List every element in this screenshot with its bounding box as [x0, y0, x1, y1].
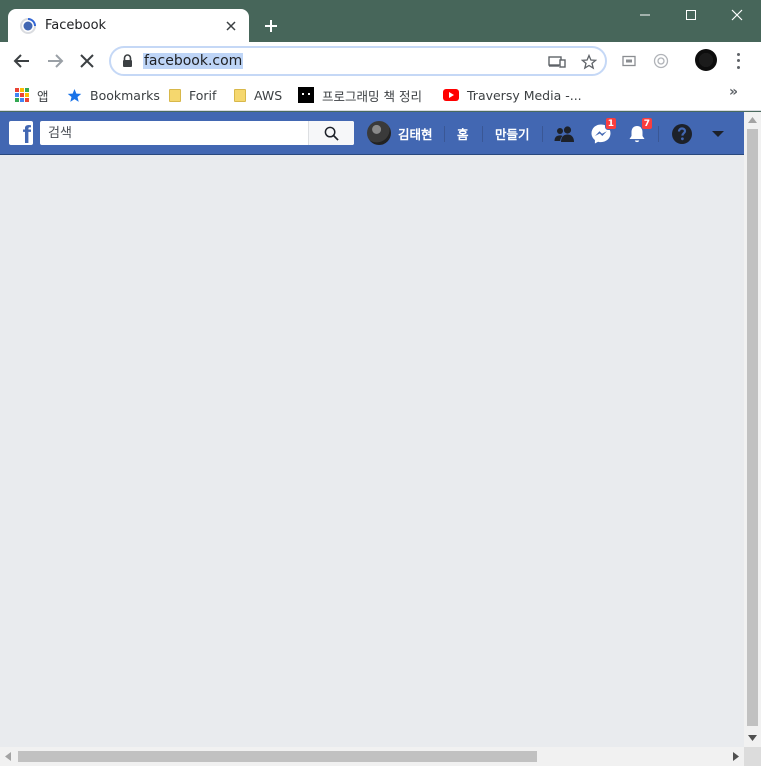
- cast-device-icon[interactable]: [547, 52, 567, 72]
- home-link[interactable]: 홈: [457, 124, 469, 143]
- bookmark-apps[interactable]: 앱: [15, 84, 49, 106]
- folder-icon: [234, 88, 246, 102]
- browser-tab[interactable]: Facebook: [8, 9, 249, 42]
- horizontal-scroll-thumb[interactable]: [18, 751, 537, 762]
- url-text[interactable]: facebook.com: [143, 53, 244, 69]
- friend-requests-icon[interactable]: [552, 121, 578, 147]
- minimize-icon[interactable]: [622, 0, 668, 30]
- scroll-right-icon[interactable]: [733, 752, 739, 761]
- avatar: [367, 121, 391, 145]
- nav-divider: [482, 126, 483, 142]
- nav-divider: [444, 126, 445, 142]
- scroll-down-icon[interactable]: [748, 735, 757, 741]
- page-content-area: [0, 155, 744, 747]
- user-name: 김태현: [398, 126, 433, 142]
- tab-title: Facebook: [45, 18, 107, 33]
- create-link[interactable]: 만들기: [495, 124, 530, 143]
- bookmarks-overflow-button[interactable]: »: [729, 84, 738, 100]
- browser-menu-icon[interactable]: [730, 51, 746, 71]
- bookmark-bookmarks[interactable]: Bookmarks: [67, 84, 160, 106]
- youtube-icon: [443, 89, 459, 101]
- bookmark-label: Traversy Media -...: [467, 87, 582, 103]
- stop-loading-icon[interactable]: [73, 47, 101, 75]
- facebook-header: f 김태현 홈 만들기 1 7: [0, 112, 744, 155]
- bookmark-forif[interactable]: Forif: [169, 84, 216, 106]
- vertical-scroll-thumb[interactable]: [747, 129, 758, 726]
- apps-grid-icon: [15, 88, 29, 102]
- close-tab-icon[interactable]: [219, 14, 243, 38]
- bookmark-programming-books[interactable]: 프로그래밍 책 정리: [298, 84, 422, 106]
- search-input[interactable]: [40, 121, 310, 145]
- back-arrow-icon[interactable]: [8, 47, 36, 75]
- scroll-up-icon[interactable]: [748, 117, 757, 123]
- title-bar: Facebook: [0, 0, 761, 42]
- nav-divider: [542, 126, 543, 142]
- scrollbar-corner: [744, 747, 761, 766]
- notifications-bell-icon[interactable]: 7: [624, 117, 653, 147]
- scroll-left-icon[interactable]: [5, 752, 11, 761]
- forward-arrow-icon[interactable]: [41, 47, 69, 75]
- browser-toolbar: facebook.com: [0, 42, 761, 80]
- black-square-icon: [298, 87, 314, 103]
- profile-link[interactable]: 김태현: [367, 121, 433, 145]
- bookmark-aws[interactable]: AWS: [234, 84, 282, 106]
- profile-avatar[interactable]: [695, 49, 717, 71]
- messenger-icon[interactable]: 1: [588, 117, 617, 147]
- extension-screen-icon[interactable]: [619, 51, 639, 71]
- bookmark-traversy-media[interactable]: Traversy Media -...: [443, 84, 582, 106]
- address-bar[interactable]: facebook.com: [109, 46, 607, 76]
- extension-camera-icon[interactable]: [651, 51, 671, 71]
- bookmark-label: AWS: [254, 87, 283, 103]
- bookmark-star-icon[interactable]: [579, 52, 599, 72]
- facebook-search-box: [40, 121, 354, 145]
- facebook-logo-icon[interactable]: f: [9, 121, 33, 145]
- account-menu-caret-icon[interactable]: [705, 121, 731, 147]
- star-icon: [67, 88, 82, 103]
- loading-favicon-icon: [20, 17, 36, 34]
- horizontal-scrollbar[interactable]: [0, 747, 744, 766]
- bookmarks-bar: 앱 Bookmarks Forif AWS 프로그래밍 책 정리 Travers…: [0, 80, 761, 111]
- close-window-icon[interactable]: [714, 0, 760, 30]
- help-icon[interactable]: [669, 121, 695, 147]
- bookmark-label: 앱: [37, 88, 49, 104]
- messenger-badge: 1: [604, 117, 617, 130]
- maximize-icon[interactable]: [668, 0, 714, 30]
- nav-divider: [658, 126, 659, 142]
- vertical-scrollbar[interactable]: [744, 112, 761, 747]
- new-tab-icon[interactable]: [259, 14, 283, 38]
- folder-icon: [169, 88, 181, 102]
- bookmark-label: Bookmarks: [90, 87, 160, 103]
- bookmark-label: Forif: [189, 87, 217, 103]
- notifications-badge: 7: [640, 117, 653, 130]
- bookmark-label: 프로그래밍 책 정리: [322, 88, 422, 104]
- search-icon[interactable]: [308, 121, 354, 145]
- lock-icon: [123, 54, 132, 67]
